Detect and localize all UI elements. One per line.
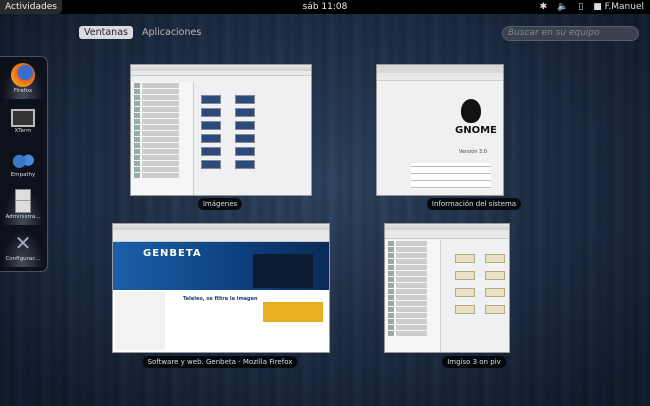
chat-icon: ■ [593,2,602,12]
empathy-icon [11,147,35,171]
search-input[interactable]: Buscar en su equipo [502,26,639,41]
bluetooth-icon[interactable]: ✱ [540,0,548,14]
dash-item-file-manager[interactable]: Administra... [2,187,44,225]
firefox-icon [11,63,35,87]
volume-icon[interactable]: 🔈 [557,0,568,14]
dash-item-settings[interactable]: ✕ Configurac... [2,229,44,267]
window-label: Información del sistema [426,198,522,210]
dash-item-empathy[interactable]: Empathy [2,145,44,183]
user-menu[interactable]: ■ F.Manuel [593,0,644,14]
gnome-logo: GNOME [455,125,497,136]
gnome-foot-icon [461,99,481,123]
window-label: Imágenes [197,198,243,210]
window-label: Software y web. Genbeta - Mozilla Firefo… [142,356,298,368]
dash-item-firefox[interactable]: Firefox [2,61,44,99]
battery-icon[interactable]: ▯ [578,0,583,14]
terminal-icon [11,109,35,127]
article-headline: Teleleo, se filtra la imagen [183,296,258,302]
user-name: F.Manuel [604,2,644,12]
genbeta-logo: GENBETA [143,248,202,259]
window-label: Imgiso 3 on piv [442,356,506,368]
file-cabinet-icon [15,189,31,213]
window-thumbnail-file-manager[interactable] [384,223,510,353]
window-thumbnail-system-info[interactable]: GNOME Versión 3.0 [376,64,504,196]
window-thumbnail-images[interactable] [130,64,312,196]
dash-item-xterm[interactable]: XTerm [2,103,44,141]
tab-windows[interactable]: Ventanas [79,26,133,39]
version-text: Versión 3.0 [459,149,487,155]
tab-applications[interactable]: Aplicaciones [137,26,206,39]
top-panel: Actividades sáb 11:08 ✱ 🔈 ▯ ■ F.Manuel [0,0,650,14]
window-thumbnail-firefox[interactable]: GENBETA Teleleo, se filtra la imagen [112,223,330,353]
dash: Firefox XTerm Empathy Administra... ✕ Co… [0,56,48,272]
tools-icon: ✕ [14,231,32,255]
